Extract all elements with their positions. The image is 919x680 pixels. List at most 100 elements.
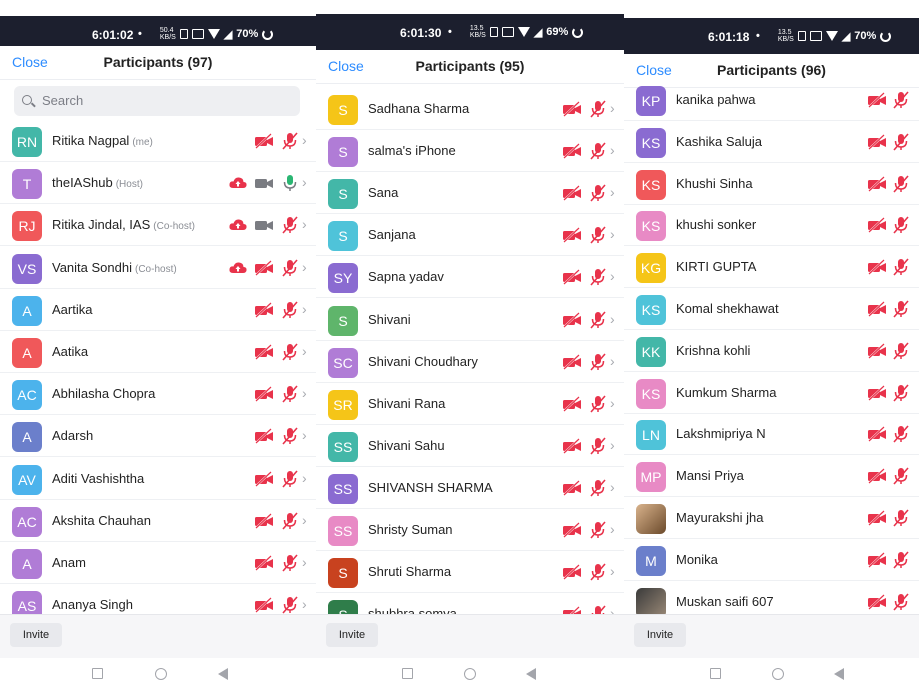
signal-icon: ◢ xyxy=(841,30,851,43)
participant-row[interactable]: S Shivani › xyxy=(316,299,624,341)
video-off-icon xyxy=(867,467,887,485)
participant-row[interactable]: RJ Ritika Jindal, IAS (Co-host) › xyxy=(0,204,316,247)
participant-row[interactable]: Ssalma's iPhone › xyxy=(316,130,624,173)
participants-header: Close Participants (95) xyxy=(316,50,624,84)
chevron-right-icon[interactable]: › xyxy=(610,354,618,368)
participant-list[interactable]: RN Ritika Nagpal (me) › TtheIAShub (Host) › RJ R… xyxy=(0,120,316,614)
participant-row[interactable]: KS khushi sonker xyxy=(624,204,919,247)
participant-name: Shruti Sharma xyxy=(368,564,451,579)
chevron-right-icon[interactable]: › xyxy=(302,133,310,147)
chevron-right-icon[interactable]: › xyxy=(610,269,618,283)
participant-row[interactable]: KG KIRTI GUPTA xyxy=(624,246,919,289)
chevron-right-icon[interactable]: › xyxy=(302,386,310,400)
participant-row[interactable]: S Shruti Sharma › xyxy=(316,551,624,594)
chevron-right-icon[interactable]: › xyxy=(610,312,618,326)
participant-row[interactable]: S Sadhana Sharma › xyxy=(316,88,624,130)
participant-row[interactable]: S Sana › xyxy=(316,172,624,215)
participant-row[interactable]: SS Shristy Suman › xyxy=(316,509,624,551)
participant-list[interactable]: S Sadhana Sharma › Ssalma's iPhone › S Sana › S S… xyxy=(316,88,624,614)
home-nav-icon[interactable] xyxy=(155,668,167,680)
back-nav-icon[interactable] xyxy=(526,668,536,680)
chevron-right-icon[interactable]: › xyxy=(302,217,310,231)
invite-button[interactable]: Invite xyxy=(326,623,378,647)
chevron-right-icon[interactable]: › xyxy=(302,555,310,569)
chevron-right-icon[interactable]: › xyxy=(302,344,310,358)
chevron-right-icon[interactable]: › xyxy=(610,606,618,614)
participant-row[interactable]: KS Kashika Saluja xyxy=(624,121,919,163)
chevron-right-icon[interactable]: › xyxy=(610,522,618,536)
participant-row[interactable]: SY Sapna yadav › xyxy=(316,256,624,299)
participant-row[interactable]: KS Komal shekhawat xyxy=(624,288,919,330)
chevron-right-icon[interactable]: › xyxy=(302,260,310,274)
participant-name-text: Mayurakshi jha xyxy=(676,510,764,525)
chevron-right-icon[interactable]: › xyxy=(610,185,618,199)
participant-row[interactable]: SS Shivani Sahu › xyxy=(316,425,624,467)
participant-row[interactable]: SR Shivani Rana › xyxy=(316,383,624,425)
chevron-right-icon[interactable]: › xyxy=(610,438,618,452)
back-nav-icon[interactable] xyxy=(834,668,844,680)
chevron-right-icon[interactable]: › xyxy=(610,480,618,494)
participant-row[interactable]: TtheIAShub (Host) › xyxy=(0,162,316,205)
participant-name-text: Shivani Rana xyxy=(368,395,446,411)
recents-nav-icon[interactable] xyxy=(92,668,103,679)
participant-row[interactable]: LN Lakshmipriya N xyxy=(624,413,919,456)
participant-name: Ritika Nagpal (me) xyxy=(52,133,153,148)
participant-row[interactable]: VS Vanita Sondhi (Co-host) › xyxy=(0,247,316,289)
participant-row[interactable]: KP kanika pahwa xyxy=(624,79,919,121)
chevron-right-icon[interactable]: › xyxy=(610,101,618,115)
battery-percent: 69% xyxy=(546,26,569,38)
invite-button[interactable]: Invite xyxy=(634,623,686,647)
invite-button[interactable]: Invite xyxy=(10,623,62,647)
participant-list[interactable]: KP kanika pahwa KS Kashika Saluja KS Khushi S… xyxy=(624,79,919,614)
video-off-icon xyxy=(562,353,582,371)
home-nav-icon[interactable] xyxy=(464,668,476,680)
chevron-right-icon[interactable]: › xyxy=(302,428,310,442)
participant-row[interactable]: A Adarsh › xyxy=(0,415,316,458)
participant-row[interactable]: MP Mansi Priya xyxy=(624,455,919,498)
chevron-right-icon[interactable]: › xyxy=(302,175,310,189)
avatar: S xyxy=(328,600,358,614)
recents-nav-icon[interactable] xyxy=(402,668,413,679)
participant-name: Shivani Sahu xyxy=(368,438,445,453)
chevron-right-icon[interactable]: › xyxy=(302,597,310,611)
chevron-right-icon[interactable]: › xyxy=(610,227,618,241)
participant-name: Sana xyxy=(368,185,398,200)
participant-row[interactable]: A Aartika › xyxy=(0,289,316,331)
participant-row[interactable]: A Anam › xyxy=(0,542,316,584)
chevron-right-icon[interactable]: › xyxy=(610,143,618,157)
mic-muted-icon xyxy=(891,175,911,193)
status-time: 6:01:02 xyxy=(92,28,134,42)
video-off-icon xyxy=(867,175,887,193)
participant-row[interactable]: AC Akshita Chauhan › xyxy=(0,500,316,542)
status-icons: • 13.5 KB/S ◢ 69% xyxy=(448,25,584,39)
search-input[interactable]: Search xyxy=(14,86,300,116)
participant-name-text: khushi sonker xyxy=(676,217,757,233)
home-nav-icon[interactable] xyxy=(772,668,784,680)
recents-nav-icon[interactable] xyxy=(710,668,721,679)
back-nav-icon[interactable] xyxy=(218,668,228,680)
participant-row[interactable]: SC Shivani Choudhary › xyxy=(316,341,624,383)
participant-row[interactable]: AC Abhilasha Chopra › xyxy=(0,373,316,416)
participant-row[interactable]: AV Aditi Vashishtha › xyxy=(0,458,316,500)
signal-icon: ◢ xyxy=(223,28,233,41)
participant-row[interactable]: KS Kumkum Sharma xyxy=(624,372,919,414)
participant-row[interactable]: KS Khushi Sinha xyxy=(624,163,919,205)
participant-row[interactable]: A Aatika › xyxy=(0,331,316,373)
chevron-right-icon[interactable]: › xyxy=(610,564,618,578)
participant-row[interactable]: SS SHIVANSH SHARMA › xyxy=(316,467,624,509)
chevron-right-icon[interactable]: › xyxy=(610,396,618,410)
participant-row[interactable]: KK Krishna kohli xyxy=(624,330,919,372)
cloud-recording-icon xyxy=(228,174,248,192)
chevron-right-icon[interactable]: › xyxy=(302,513,310,527)
participant-row[interactable]: AS Ananya Singh › xyxy=(0,584,316,614)
participant-row[interactable]: Muskan saifi 607 xyxy=(624,581,919,614)
participant-row[interactable]: M Monika xyxy=(624,539,919,581)
participant-row[interactable]: S Sanjana › xyxy=(316,214,624,257)
chevron-right-icon[interactable]: › xyxy=(302,302,310,316)
participant-row[interactable]: Mayurakshi jha xyxy=(624,497,919,539)
video-off-icon xyxy=(867,91,887,109)
participant-row[interactable]: Sshubhra somya › xyxy=(316,593,624,614)
chevron-right-icon[interactable]: › xyxy=(302,471,310,485)
participant-row[interactable]: RN Ritika Nagpal (me) › xyxy=(0,120,316,162)
video-off-icon xyxy=(867,216,887,234)
